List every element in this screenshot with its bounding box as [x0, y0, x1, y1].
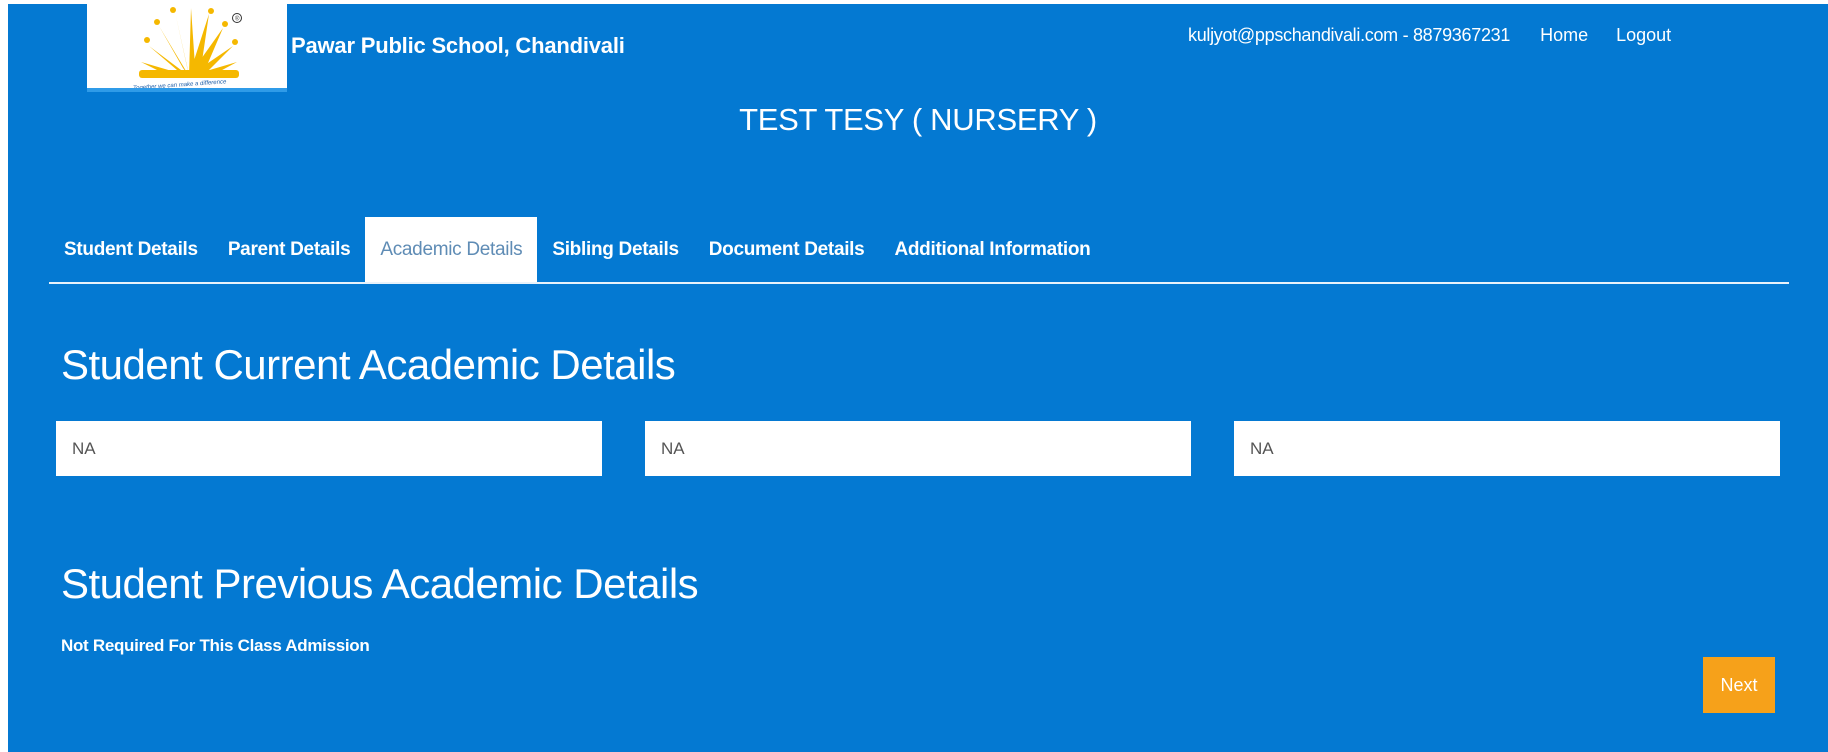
school-name: Pawar Public School, Chandivali	[291, 33, 625, 58]
current-academic-heading: Student Current Academic Details	[61, 341, 676, 388]
current-academic-field-1[interactable]	[56, 421, 602, 476]
student-title: TEST TESY ( NURSERY )	[739, 102, 1097, 137]
logo-underline	[87, 88, 287, 92]
current-academic-field-2[interactable]	[645, 421, 1191, 476]
tab-academic-details[interactable]: Academic Details	[365, 217, 538, 282]
user-info: kuljyot@ppschandivali.com - 8879367231	[1188, 25, 1511, 45]
next-button[interactable]: Next	[1703, 657, 1775, 713]
svg-text:®: ®	[235, 16, 240, 23]
tab-additional-information[interactable]: Additional Information	[879, 217, 1105, 282]
tab-bar: Student Details Parent Details Academic …	[49, 217, 1105, 282]
tab-document-details[interactable]: Document Details	[694, 217, 880, 282]
page-background: ® Together we can make a difference Pawa…	[8, 4, 1828, 752]
school-logo[interactable]: ® Together we can make a difference	[87, 4, 287, 92]
previous-academic-note: Not Required For This Class Admission	[61, 636, 370, 655]
logout-link[interactable]: Logout	[1616, 25, 1671, 46]
tab-sibling-details[interactable]: Sibling Details	[537, 217, 693, 282]
tab-parent-details[interactable]: Parent Details	[213, 217, 366, 282]
tab-student-details[interactable]: Student Details	[49, 217, 213, 282]
top-nav: kuljyot@ppschandivali.com - 8879367231 H…	[1188, 25, 1699, 46]
current-academic-field-3[interactable]	[1234, 421, 1780, 476]
tab-divider	[49, 282, 1789, 284]
home-link[interactable]: Home	[1540, 25, 1588, 46]
sun-logo-icon: ® Together we can make a difference	[133, 7, 242, 92]
previous-academic-heading: Student Previous Academic Details	[61, 560, 699, 607]
